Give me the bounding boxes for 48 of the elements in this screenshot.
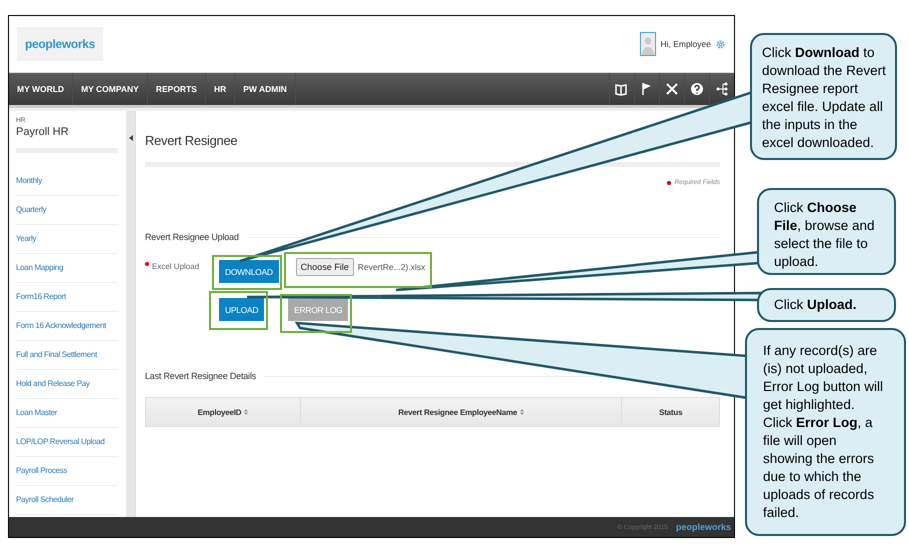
sidebar-link[interactable]: Payroll Process [16, 466, 68, 475]
sidebar-link[interactable]: Full and Final Settlement [16, 350, 97, 359]
download-button[interactable]: DOWNLOAD [219, 260, 279, 283]
highlight-frame [280, 294, 352, 333]
required-icon [145, 262, 149, 266]
sidebar-link[interactable]: Payroll Scheduler [16, 495, 74, 504]
user-greeting[interactable]: Hi, Employee [660, 39, 711, 49]
footer-logo: peopleworks [676, 522, 731, 532]
section-heading: Revert Resignee Upload [145, 232, 239, 242]
help-icon[interactable] [690, 82, 704, 96]
sidebar-link[interactable]: Quarterly [16, 205, 46, 214]
callout-text: Click Upload. [757, 288, 896, 322]
field-label: Excel Upload [152, 262, 200, 271]
sidebar-link[interactable]: Form 16 Acknowledgement [16, 321, 106, 330]
nav-link[interactable]: MY WORLD [9, 73, 74, 105]
avatar-icon[interactable] [640, 32, 656, 56]
nav-link[interactable]: HR [206, 73, 236, 105]
highlight-frame [209, 291, 268, 330]
logo[interactable]: peopleworks [17, 27, 104, 61]
required-icon [667, 180, 672, 184]
callout-text: Click Download to download the Revert Resignee report excel file. Update all the inputs in the excel downloaded. [750, 33, 897, 160]
sidebar-link[interactable]: LOP/LOP Reversal Upload [16, 437, 105, 446]
collapse-icon[interactable] [128, 135, 132, 141]
column-header[interactable]: EmployeeID [146, 398, 300, 426]
nav-link[interactable]: PW ADMIN [235, 73, 296, 105]
nav-link[interactable]: REPORTS [148, 73, 206, 105]
share-icon[interactable] [715, 82, 729, 96]
choose-file-button[interactable]: Choose File [296, 258, 354, 276]
book-icon[interactable] [615, 82, 629, 96]
column-header[interactable]: Status [622, 398, 720, 426]
sidebar-toggle[interactable] [126, 111, 136, 517]
upload-button[interactable]: UPLOAD [219, 298, 264, 321]
callout-text: If any record(s) are (is) not uploaded, Error Log button will get highlighted. Click Error Log, a file will open showing the errors due to which the uploads of records failed. [745, 328, 906, 536]
nav-link[interactable]: MY COMPANY [73, 73, 148, 105]
section-heading: Last Revert Resignee Details [145, 371, 256, 381]
sidebar-link[interactable]: Form16 Report [16, 292, 66, 301]
tools-icon[interactable] [665, 82, 679, 96]
settings-icon[interactable] [715, 38, 726, 50]
file-name: RevertRe...2).xlsx [358, 262, 426, 272]
sidebar-link[interactable]: Hold and Release Pay [16, 379, 90, 388]
highlight-frame [212, 255, 282, 290]
callout-text: Click Choose File, browse and select the file to upload. [757, 188, 896, 275]
sidebar-link[interactable]: Monthly [16, 176, 42, 185]
sidebar-link[interactable]: Loan Mapping [16, 263, 64, 272]
column-header[interactable]: Revert Resignee EmployeeName [300, 398, 622, 426]
sidebar-link[interactable]: Loan Master [16, 408, 58, 417]
sidebar-title: Payroll HR [16, 126, 118, 153]
sidebar-link[interactable]: Yearly [16, 234, 36, 243]
